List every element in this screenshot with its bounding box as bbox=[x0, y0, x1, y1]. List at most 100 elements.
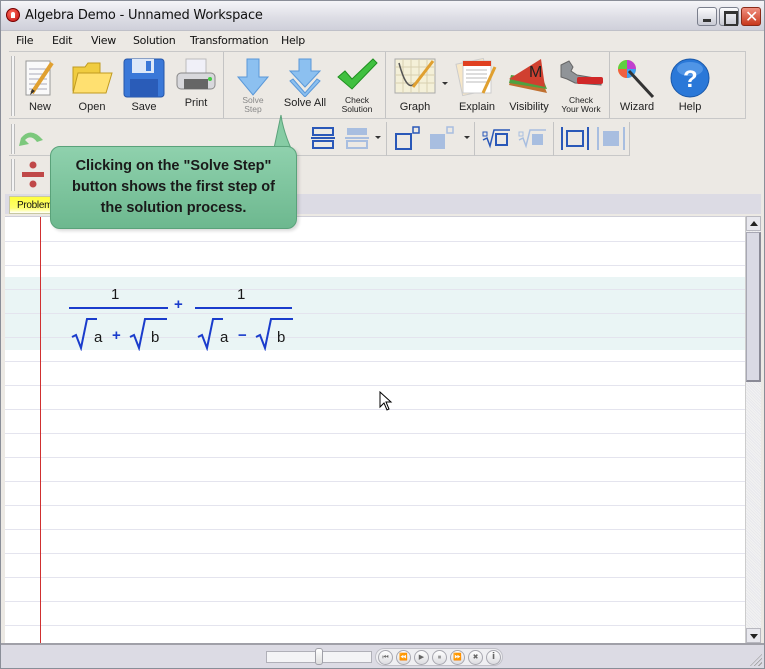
minimize-button[interactable] bbox=[697, 7, 717, 26]
radical-button[interactable] bbox=[481, 124, 510, 152]
stacked-boxes-filled-icon bbox=[345, 128, 369, 149]
resize-grip[interactable] bbox=[750, 654, 762, 666]
stop-button[interactable]: ✖ bbox=[468, 650, 483, 665]
toolbar-grip[interactable] bbox=[11, 124, 15, 154]
term1-denominator-b: b bbox=[151, 329, 160, 346]
exponent-alt-button[interactable] bbox=[427, 124, 455, 152]
undo-button[interactable] bbox=[17, 124, 45, 152]
ruled-line bbox=[5, 505, 745, 506]
exponent-dropdown-arrow[interactable] bbox=[464, 136, 470, 139]
new-document-icon bbox=[25, 60, 54, 96]
rewind-icon: ⏪ bbox=[399, 653, 408, 661]
radical-symbol bbox=[255, 318, 293, 351]
solve-step-button[interactable]: Solve Step bbox=[227, 54, 279, 118]
absolute-value-alt-button[interactable] bbox=[595, 124, 625, 152]
graph-button[interactable]: Graph bbox=[389, 54, 441, 118]
solve-all-button[interactable]: Solve All bbox=[279, 54, 331, 118]
toolbar-grip[interactable] bbox=[11, 159, 15, 191]
printer-icon bbox=[176, 58, 216, 90]
fast-forward-icon: ⏩ bbox=[453, 653, 462, 661]
wizard-button[interactable]: Wizard bbox=[611, 54, 663, 118]
folder-icon bbox=[72, 62, 113, 94]
menu-solution[interactable]: Solution bbox=[133, 34, 176, 47]
callout-text: Clicking on the "Solve Step" button show… bbox=[72, 158, 275, 216]
stacked-boxes-icon bbox=[311, 127, 335, 149]
new-button[interactable]: New bbox=[14, 54, 66, 118]
menu-bar: File Edit View Solution Transformation H… bbox=[5, 31, 745, 51]
toolbar-separator bbox=[474, 122, 475, 156]
title-bar[interactable]: Algebra Demo - Unnamed Workspace ✕ bbox=[1, 1, 764, 31]
check-solution-button[interactable]: Check Solution bbox=[331, 54, 383, 118]
radical-filled-icon bbox=[518, 129, 546, 149]
close-button[interactable]: ✕ bbox=[741, 7, 761, 26]
exponent-button[interactable] bbox=[393, 124, 421, 152]
visibility-label: Visibility bbox=[509, 101, 549, 113]
menu-file[interactable]: File bbox=[16, 34, 34, 47]
expression-operator: + bbox=[174, 296, 183, 313]
term1-numerator: 1 bbox=[111, 286, 120, 303]
pause-button[interactable]: ⏸ bbox=[432, 650, 447, 665]
rewind-button[interactable]: ⏪ bbox=[396, 650, 411, 665]
menu-view[interactable]: View bbox=[91, 34, 116, 47]
menu-transformation[interactable]: Transformation bbox=[190, 34, 269, 47]
double-arrow-down-icon bbox=[288, 58, 322, 97]
ruled-line bbox=[5, 433, 745, 434]
maximize-button[interactable] bbox=[719, 7, 739, 26]
radical-symbol bbox=[129, 318, 167, 351]
ruled-line bbox=[5, 265, 745, 266]
scroll-thumb[interactable] bbox=[746, 232, 761, 382]
radical-alt-button[interactable] bbox=[517, 124, 546, 152]
scroll-down-button[interactable] bbox=[746, 628, 761, 643]
save-button[interactable]: Save bbox=[118, 54, 170, 118]
fast-forward-button[interactable]: ⏩ bbox=[450, 650, 465, 665]
floppy-disk-icon bbox=[123, 58, 165, 98]
media-controls: ⏮ ⏪ ▶ ⏸ ⏩ ✖ i bbox=[375, 648, 503, 666]
fraction-dropdown-arrow[interactable] bbox=[375, 136, 381, 139]
toolbar-separator bbox=[385, 52, 386, 118]
menu-edit[interactable]: Edit bbox=[52, 34, 72, 47]
solve-all-label: Solve All bbox=[283, 97, 327, 109]
ruled-line bbox=[5, 409, 745, 410]
first-step-button[interactable]: ⏮ bbox=[378, 650, 393, 665]
fraction-layout-button[interactable] bbox=[309, 124, 337, 152]
play-button[interactable]: ▶ bbox=[414, 650, 429, 665]
print-button[interactable]: Print bbox=[170, 54, 222, 118]
help-button[interactable]: ? Help bbox=[664, 54, 716, 118]
ruled-line bbox=[5, 529, 745, 530]
check-your-work-button[interactable]: Check Your Work bbox=[555, 54, 607, 118]
app-icon bbox=[6, 8, 20, 22]
open-button[interactable]: Open bbox=[66, 54, 118, 118]
absolute-value-button[interactable] bbox=[559, 124, 589, 152]
term2-denominator-operator: − bbox=[238, 327, 247, 344]
toolbar-separator bbox=[386, 122, 387, 156]
margin-line bbox=[40, 217, 41, 643]
playback-slider-thumb[interactable] bbox=[315, 648, 323, 665]
fraction-layout-alt-button[interactable] bbox=[343, 124, 371, 152]
skip-to-start-icon: ⏮ bbox=[382, 653, 389, 661]
menu-help[interactable]: Help bbox=[281, 34, 305, 47]
mouse-cursor-icon bbox=[379, 391, 393, 411]
info-button[interactable]: i bbox=[486, 650, 501, 665]
graph-label: Graph bbox=[399, 101, 431, 113]
term1-denominator-a: a bbox=[94, 329, 103, 346]
term2-denominator-b: b bbox=[277, 329, 286, 346]
arrow-down-icon bbox=[236, 58, 270, 96]
visibility-button[interactable]: M Visibility bbox=[503, 54, 555, 118]
wand-icon bbox=[618, 60, 655, 99]
scroll-up-button[interactable] bbox=[746, 216, 761, 231]
vertical-scrollbar[interactable] bbox=[745, 216, 761, 643]
new-label: New bbox=[28, 101, 51, 113]
ruled-line bbox=[5, 313, 745, 314]
ruled-line bbox=[5, 481, 745, 482]
toolbar-separator bbox=[629, 122, 630, 156]
explain-label: Explain bbox=[458, 101, 496, 113]
workspace-editor[interactable]: 1 a + b + 1 a − b bbox=[5, 216, 745, 643]
svg-text:M: M bbox=[529, 64, 542, 81]
graph-dropdown-arrow[interactable] bbox=[442, 82, 448, 85]
divide-button[interactable] bbox=[19, 159, 47, 188]
toolbar-separator bbox=[223, 52, 224, 118]
explain-button[interactable]: Explain bbox=[451, 54, 503, 118]
open-label: Open bbox=[78, 101, 106, 113]
term2-numerator: 1 bbox=[237, 286, 246, 303]
term1-fraction-bar bbox=[69, 307, 168, 309]
